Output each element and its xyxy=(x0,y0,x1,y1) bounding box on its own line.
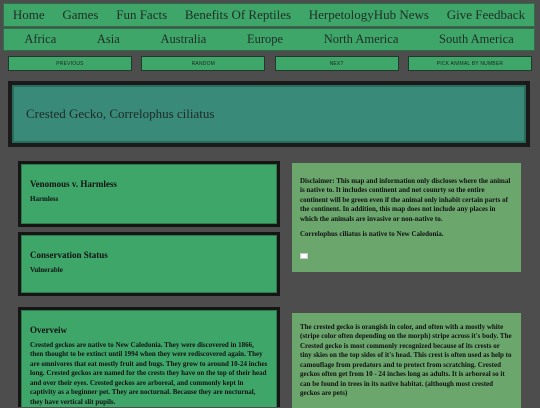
venomous-heading: Venomous v. Harmless xyxy=(30,179,117,189)
continent-australia-link[interactable]: Australia xyxy=(160,32,206,47)
continent-south-america-link[interactable]: South America xyxy=(439,32,514,47)
continent-nav: Africa Asia Australia Europe North Ameri… xyxy=(3,28,535,51)
overview-heading: Overveiw xyxy=(30,325,67,335)
animal-navigation-buttons: PREVIOUS RANDOM NEXT PICK ANIMAL BY NUMB… xyxy=(8,56,532,71)
conservation-heading: Conservation Status xyxy=(30,250,108,260)
title-banner: Crested Gecko, Correlophus ciliatus xyxy=(8,81,530,147)
main-nav: Home Games Fun Facts Benefits Of Reptile… xyxy=(3,3,535,27)
title-banner-inner: Crested Gecko, Correlophus ciliatus xyxy=(12,85,526,143)
continent-africa-link[interactable]: Africa xyxy=(24,32,56,47)
continent-europe-link[interactable]: Europe xyxy=(247,32,283,47)
overview-text: Crested geckos are native to New Caledon… xyxy=(30,341,268,406)
nav-benefits-link[interactable]: Benefits Of Reptiles xyxy=(185,7,291,23)
overview-card: Overveiw Crested geckos are native to Ne… xyxy=(18,307,280,407)
continent-asia-link[interactable]: Asia xyxy=(97,32,120,47)
range-map-image-icon xyxy=(300,252,308,259)
nav-news-link[interactable]: HerpetologyHub News xyxy=(309,7,429,23)
nav-feedback-link[interactable]: Give Feedback xyxy=(447,7,525,23)
pick-animal-button[interactable]: PICK ANIMAL BY NUMBER xyxy=(407,56,532,71)
nav-games-link[interactable]: Games xyxy=(62,7,98,23)
page-title: Crested Gecko, Correlophus ciliatus xyxy=(26,106,215,121)
conservation-card: Conservation Status Vulnerable xyxy=(18,232,280,296)
description-panel: The crested gecko is orangish in color, … xyxy=(292,313,521,408)
continent-north-america-link[interactable]: North America xyxy=(324,32,399,47)
nav-home-link[interactable]: Home xyxy=(13,7,45,23)
nav-fun-facts-link[interactable]: Fun Facts xyxy=(116,7,167,23)
disclaimer-text: Disclaimer: This map and information onl… xyxy=(300,177,511,223)
venomous-value: Harmless xyxy=(30,195,59,203)
disclaimer-panel: Disclaimer: This map and information onl… xyxy=(292,163,521,272)
conservation-value: Vulnerable xyxy=(30,266,63,274)
random-button[interactable]: RANDOM xyxy=(141,56,266,71)
previous-button[interactable]: PREVIOUS xyxy=(8,56,132,71)
native-range-text: Correlophus ciliatus is native to New Ca… xyxy=(300,230,444,239)
next-button[interactable]: NEXT xyxy=(274,56,399,71)
venomous-card: Venomous v. Harmless Harmless xyxy=(18,161,280,227)
description-text: The crested gecko is orangish in color, … xyxy=(300,323,512,398)
